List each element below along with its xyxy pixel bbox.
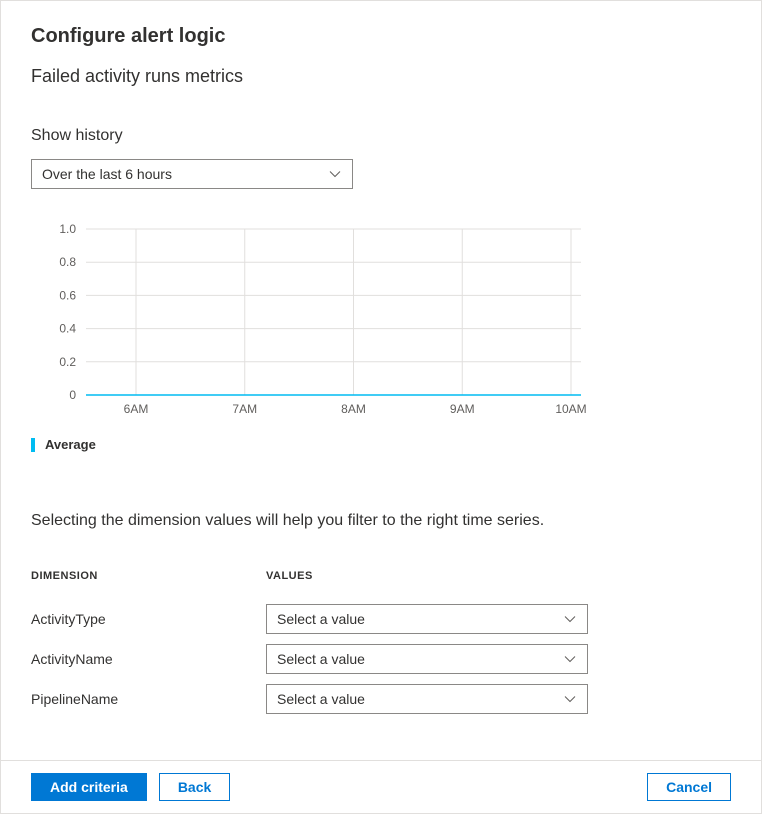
dimension-header: DIMENSION: [31, 570, 266, 582]
svg-text:0.4: 0.4: [59, 322, 76, 336]
cancel-button[interactable]: Cancel: [647, 773, 731, 801]
dimension-row: ActivityName Select a value: [31, 644, 731, 674]
dimension-value-placeholder: Select a value: [277, 651, 365, 667]
dimension-hint: Selecting the dimension values will help…: [31, 512, 731, 530]
footer-bar: Add criteria Back Cancel: [1, 760, 761, 813]
chevron-down-icon: [563, 692, 577, 706]
dimension-value-select[interactable]: Select a value: [266, 604, 588, 634]
dimension-name: ActivityName: [31, 651, 266, 667]
history-label: Show history: [31, 127, 731, 145]
chevron-down-icon: [563, 612, 577, 626]
svg-text:0.8: 0.8: [59, 255, 76, 269]
values-header: VALUES: [266, 570, 313, 582]
legend-color-swatch: [31, 438, 35, 452]
dimension-value-placeholder: Select a value: [277, 691, 365, 707]
dimension-row: PipelineName Select a value: [31, 684, 731, 714]
dimension-value-select[interactable]: Select a value: [266, 644, 588, 674]
svg-text:8AM: 8AM: [341, 402, 366, 416]
chevron-down-icon: [328, 167, 342, 181]
legend-label: Average: [45, 437, 96, 452]
svg-text:0.6: 0.6: [59, 288, 76, 302]
history-select-value: Over the last 6 hours: [42, 166, 172, 182]
chart-legend: Average: [31, 437, 731, 452]
dimension-name: ActivityType: [31, 611, 266, 627]
dimension-value-select[interactable]: Select a value: [266, 684, 588, 714]
history-select[interactable]: Over the last 6 hours: [31, 159, 353, 189]
svg-text:9AM: 9AM: [450, 402, 475, 416]
history-chart: 0 0.2 0.4 0.6 0.8 1.0 6AM 7AM 8AM 9AM 10AM: [31, 219, 731, 419]
metric-subtitle: Failed activity runs metrics: [31, 66, 731, 87]
svg-text:1.0: 1.0: [59, 222, 76, 236]
svg-text:10AM: 10AM: [555, 402, 586, 416]
dimension-table: DIMENSION VALUES ActivityType Select a v…: [31, 570, 731, 714]
dimension-value-placeholder: Select a value: [277, 611, 365, 627]
add-criteria-button[interactable]: Add criteria: [31, 773, 147, 801]
svg-text:0: 0: [69, 388, 76, 402]
chevron-down-icon: [563, 652, 577, 666]
page-title: Configure alert logic: [31, 25, 731, 48]
svg-text:0.2: 0.2: [59, 355, 76, 369]
svg-text:6AM: 6AM: [124, 402, 149, 416]
dimension-name: PipelineName: [31, 691, 266, 707]
back-button[interactable]: Back: [159, 773, 230, 801]
dimension-row: ActivityType Select a value: [31, 604, 731, 634]
svg-text:7AM: 7AM: [232, 402, 257, 416]
